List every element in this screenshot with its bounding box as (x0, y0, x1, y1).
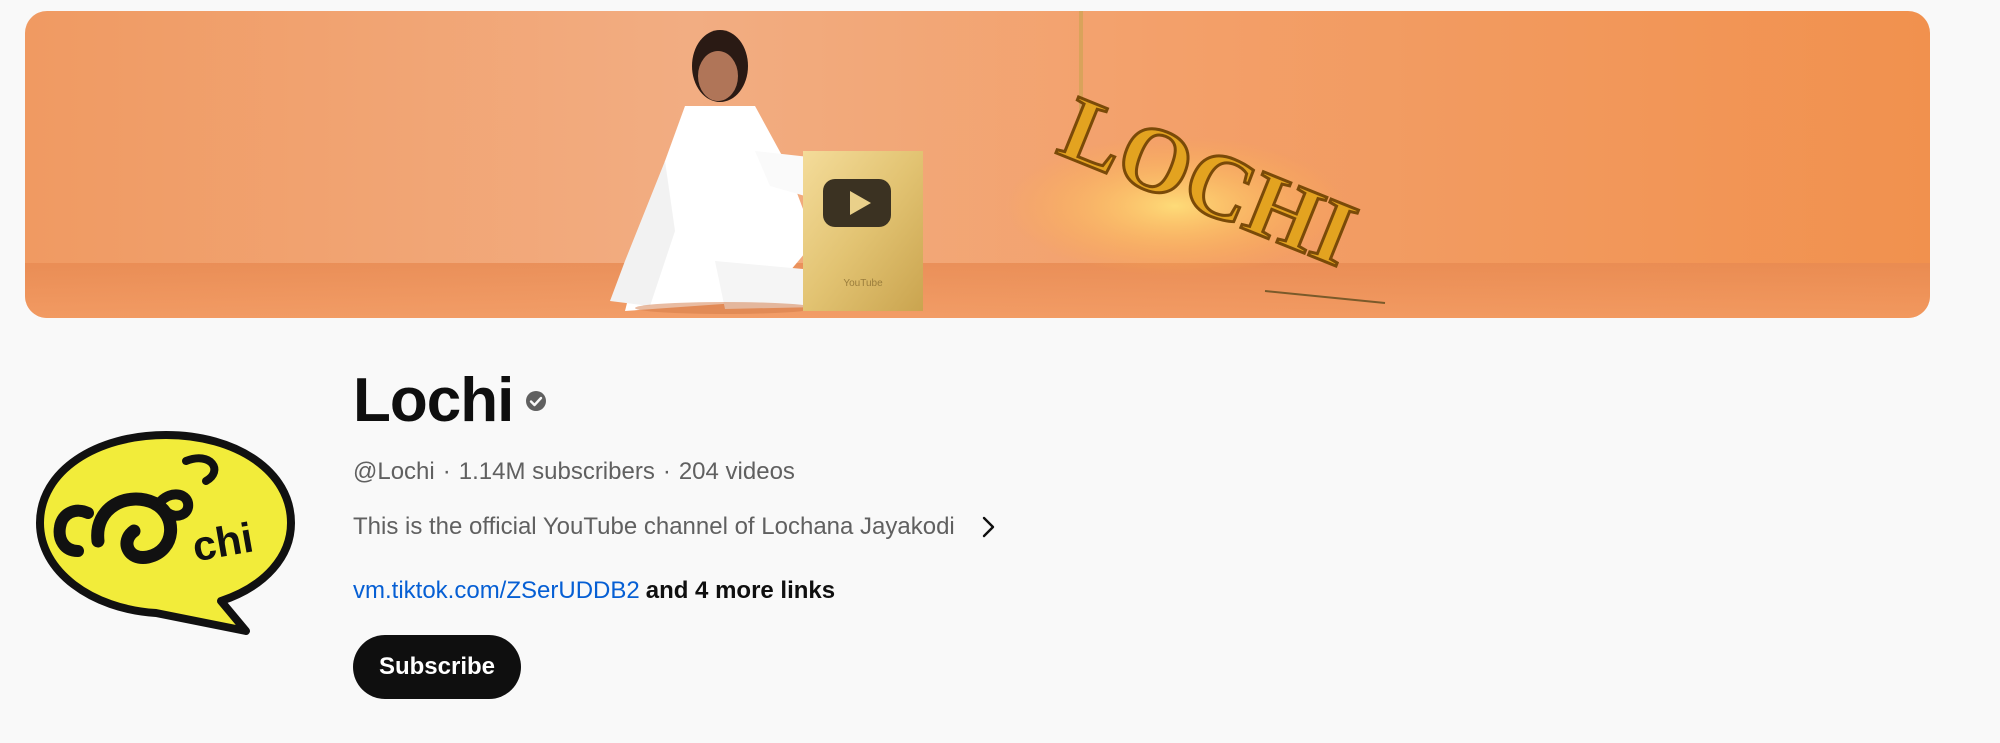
channel-description-text: This is the official YouTube channel of … (353, 513, 955, 540)
channel-primary-link[interactable]: vm.tiktok.com/ZSerUDDB2 (353, 577, 640, 604)
chevron-right-icon[interactable] (975, 514, 1001, 540)
channel-avatar[interactable]: chi (36, 431, 296, 639)
channel-name: Lochi (353, 366, 514, 435)
channel-links: vm.tiktok.com/ZSerUDDB2 and 4 more links (353, 575, 835, 607)
channel-meta: @Lochi · 1.14M subscribers · 204 videos (353, 456, 795, 488)
svg-text:YouTube: YouTube (843, 278, 883, 289)
channel-banner: YouTube LOCHI (25, 11, 1930, 318)
video-count: 204 videos (678, 458, 795, 485)
subscribe-button[interactable]: Subscribe (353, 635, 521, 699)
lochi-logo-icon: chi (36, 431, 295, 635)
more-links-button[interactable]: and 4 more links (646, 577, 835, 604)
subscriber-count: 1.14M subscribers (458, 458, 655, 485)
meta-separator: · (442, 458, 451, 485)
channel-title-row: Lochi (353, 362, 547, 440)
banner-play-button-plaque: YouTube (803, 151, 923, 311)
channel-info: Lochi @Lochi · 1.14M subscribers · 204 video… (353, 362, 994, 699)
channel-description[interactable]: This is the official YouTube channel of … (353, 511, 1001, 543)
verified-check-icon[interactable] (525, 390, 547, 412)
banner-artwork: YouTube LOCHI (25, 11, 1930, 318)
channel-handle: @Lochi (353, 458, 435, 485)
meta-separator: · (662, 458, 671, 485)
